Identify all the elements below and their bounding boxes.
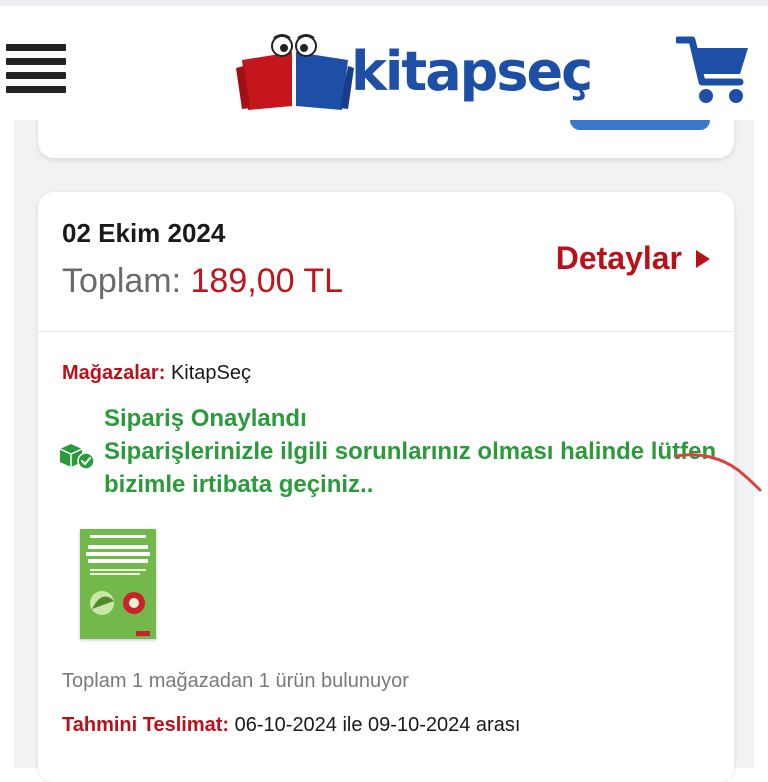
open-book-logo-icon — [236, 34, 354, 110]
order-details-link[interactable]: Detaylar — [556, 240, 710, 277]
kitapsec-logo[interactable]: kitapseç — [236, 30, 593, 114]
order-total-label: Toplam: — [62, 262, 182, 300]
stores-value: KitapSeç — [170, 362, 251, 384]
delivery-value: 06-10-2024 ile 09-10-2024 arası — [234, 714, 521, 736]
package-check-icon — [58, 440, 96, 470]
order-total: Toplam: 189,00 TL — [62, 262, 343, 301]
card-divider — [38, 331, 734, 332]
order-status-title: Sipariş Onaylandı — [104, 405, 307, 432]
estimated-delivery: Tahmini Teslimat: 06-10-2024 ile 09-10-2… — [62, 714, 520, 737]
order-total-value: 189,00 TL — [190, 262, 344, 300]
order-details-label: Detaylar — [555, 240, 682, 276]
logo-wordmark: kitapseç — [351, 40, 593, 103]
order-status: Sipariş Onaylandı Siparişlerinizle ilgil… — [104, 402, 724, 501]
stores-row: Mağazalar: KitapSeç — [62, 362, 251, 385]
product-thumbnail[interactable] — [80, 529, 156, 639]
app-header: kitapseç — [0, 0, 768, 120]
order-card: 02 Ekim 2024 Toplam: 189,00 TL Detaylar … — [38, 192, 734, 782]
order-status-message: Siparişlerinizle ilgili sorunlarınız olm… — [104, 438, 717, 498]
caret-right-icon — [696, 249, 710, 268]
order-summary: Toplam 1 mağazadan 1 ürün bulunuyor — [62, 670, 409, 692]
shopping-cart-icon[interactable] — [674, 30, 752, 106]
delivery-label: Tahmini Teslimat: — [62, 714, 230, 736]
order-date: 02 Ekim 2024 — [62, 218, 226, 248]
stores-label: Mağazalar: — [62, 362, 166, 384]
hamburger-menu-icon[interactable] — [6, 44, 66, 94]
